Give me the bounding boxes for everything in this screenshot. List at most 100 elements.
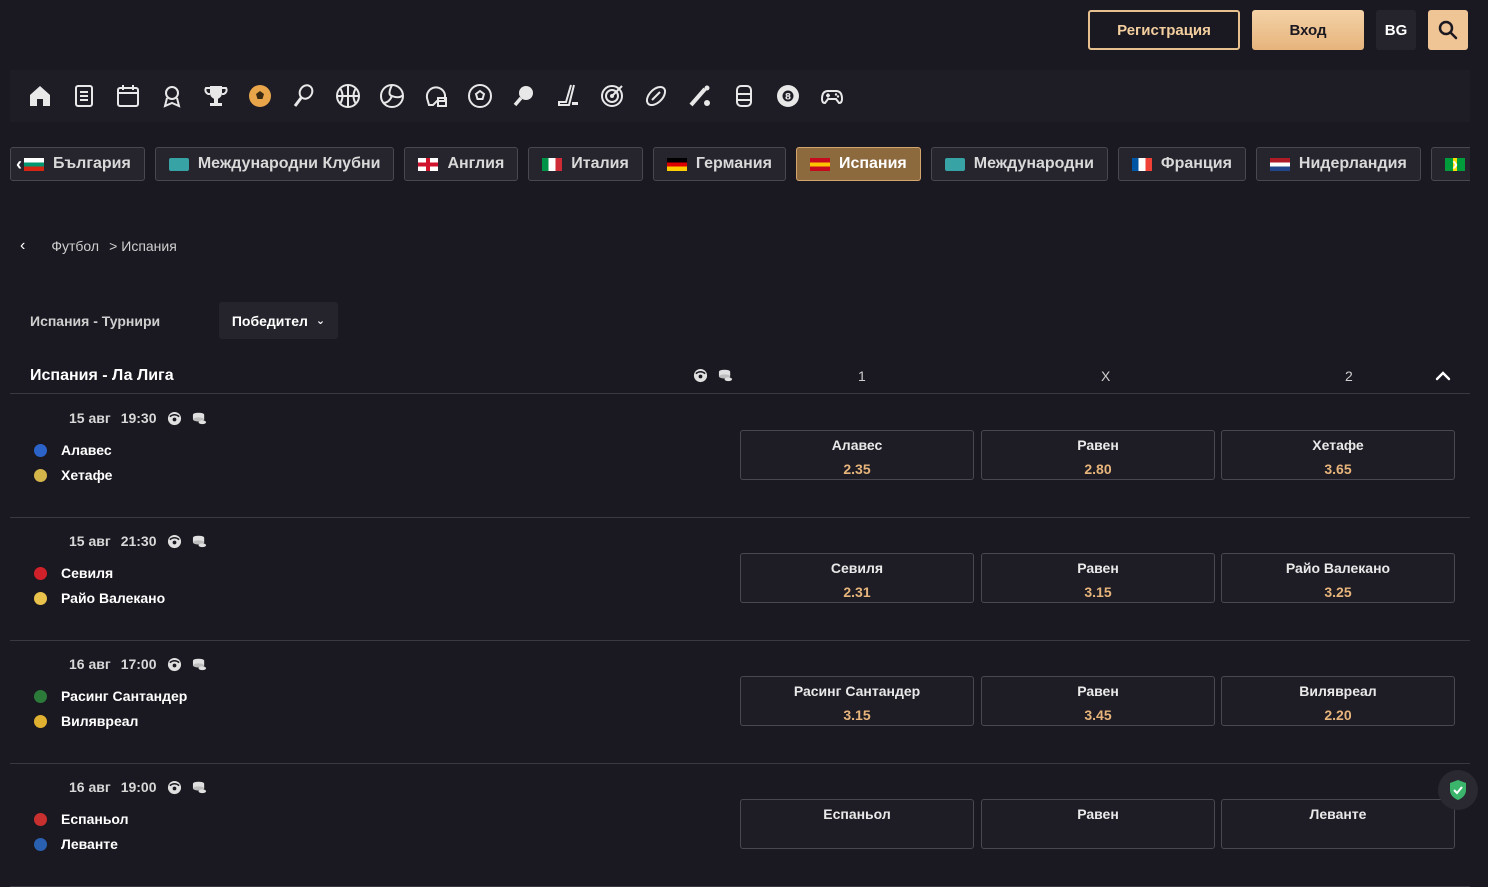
breadcrumb: ‹ Футбол > Испания [20,237,177,255]
coins-icon[interactable] [192,411,207,426]
column-home: 1 [858,368,866,384]
trophy-icon[interactable] [194,74,238,118]
hockey-icon[interactable] [546,74,590,118]
country-chip[interactable]: Международни [930,147,1108,181]
country-chip[interactable]: Германия [652,147,786,181]
stats-icon[interactable] [167,657,182,672]
country-chip-label: България [53,155,131,172]
away-team: Вилявреал [34,713,138,729]
tennis-icon[interactable] [282,74,326,118]
coins-icon [718,369,733,382]
chevron-left-icon[interactable]: ‹ [16,154,22,175]
volleyball-icon[interactable] [370,74,414,118]
football-icon[interactable] [238,74,282,118]
login-button[interactable]: Вход [1252,10,1364,50]
event-datetime: 16 авг 19:00 [69,779,207,795]
table-tennis-icon[interactable] [502,74,546,118]
gamepad-icon[interactable] [810,74,854,118]
rugby-icon[interactable] [634,74,678,118]
country-chip[interactable]: Нидерландия [1255,147,1421,181]
odds-value: 3.15 [1084,584,1112,600]
odds-button[interactable]: Севиля 2.31 [740,553,974,603]
event-date: 15 авг [69,410,111,426]
coins-icon[interactable] [192,780,207,795]
breadcrumb-separator: > [109,238,118,254]
breadcrumb-sport[interactable]: Футбол [51,238,99,254]
chevron-up-icon[interactable] [1434,367,1452,385]
event-row[interactable]: 15 авг 21:30 Севиля Райо Валекано Севиля… [10,517,1470,641]
search-button[interactable] [1428,10,1468,50]
event-time: 21:30 [120,533,157,549]
back-icon[interactable]: ‹ [20,237,25,255]
odds-value: 2.31 [843,584,871,600]
odds-button[interactable]: Алавес 2.35 [740,430,974,480]
odds-button[interactable]: Вилявреал 2.20 [1221,676,1455,726]
country-chip-label: Италия [571,155,629,172]
security-shield-icon[interactable] [1438,770,1478,810]
stats-icon[interactable] [167,534,182,549]
snooker-icon[interactable]: 8 [766,74,810,118]
stats-icon[interactable] [167,411,182,426]
mma-icon[interactable] [722,74,766,118]
odds-label: Равен [1077,560,1119,576]
odds-label: Равен [1077,806,1119,822]
home-team-name: Алавес [61,442,112,458]
flag-icon [24,157,44,171]
american-football-helmet-icon[interactable] [414,74,458,118]
basketball-icon[interactable] [326,74,370,118]
odds-button[interactable]: Равен 3.45 [981,676,1215,726]
team-crest-icon [34,812,47,826]
coins-icon[interactable] [192,534,207,549]
language-button[interactable]: BG [1376,10,1416,50]
soccer-ball-icon[interactable] [458,74,502,118]
odds-button[interactable]: Равен 2.80 [981,430,1215,480]
svg-text:8: 8 [785,93,791,103]
away-team: Леванте [34,836,118,852]
event-row[interactable]: 15 авг 19:30 Алавес Хетафе Алавес 2.35 Ра… [10,394,1470,518]
odds-button[interactable]: Равен [981,799,1215,849]
odds-button[interactable]: Райо Валекано 3.25 [1221,553,1455,603]
country-chip-label: Испания [838,155,907,172]
country-chip[interactable]: Италия [528,147,643,181]
country-chip[interactable]: Международни Клубни [154,147,395,181]
odds-label: Расинг Сантандер [793,683,921,699]
register-button[interactable]: Регистрация [1088,10,1240,50]
stats-icon [693,368,708,383]
odds-label: Хетафе [1312,437,1364,453]
event-row[interactable]: 16 авг 17:00 Расинг Сантандер Вилявреал … [10,640,1470,764]
country-chip[interactable]: Испания [795,147,921,181]
odds-value: 3.65 [1324,461,1352,477]
event-datetime: 15 авг 19:30 [69,410,207,426]
news-icon[interactable] [62,74,106,118]
country-chip[interactable]: България [10,147,145,181]
market-dropdown[interactable]: Победител ⌄ [219,302,338,339]
odds-button[interactable]: Равен 3.15 [981,553,1215,603]
coins-icon[interactable] [192,657,207,672]
country-chip[interactable]: Англия [404,147,519,181]
cricket-icon[interactable] [678,74,722,118]
breadcrumb-country: Испания [121,238,177,254]
country-chip[interactable]: Франция [1117,147,1246,181]
country-chip-label: Международни [973,155,1094,172]
stats-icon[interactable] [167,780,182,795]
odds-button[interactable]: Еспаньол [740,799,974,849]
league-header: Испания - Ла Лига 1 X 2 [10,360,1470,394]
chevron-right-icon[interactable]: › [1452,154,1458,175]
home-icon[interactable] [18,74,62,118]
calendar-icon[interactable] [106,74,150,118]
odds-button[interactable]: Расинг Сантандер 3.15 [740,676,974,726]
odds-button[interactable]: Хетафе 3.65 [1221,430,1455,480]
country-chip[interactable]: Бразилия [1430,147,1470,181]
team-crest-icon [34,689,47,703]
flag-icon [666,157,687,171]
event-date: 15 авг [69,533,111,549]
sports-nav: 8 [10,70,1470,122]
badge-icon[interactable] [150,74,194,118]
market-dropdown-value: Победител [231,312,308,329]
event-row[interactable]: 16 авг 19:00 Еспаньол Леванте Еспаньол Р… [10,763,1470,887]
darts-icon[interactable] [590,74,634,118]
country-chip-label: Англия [447,155,505,172]
odds-button[interactable]: Леванте [1221,799,1455,849]
team-crest-icon [34,443,47,457]
flag-icon [1131,157,1152,171]
